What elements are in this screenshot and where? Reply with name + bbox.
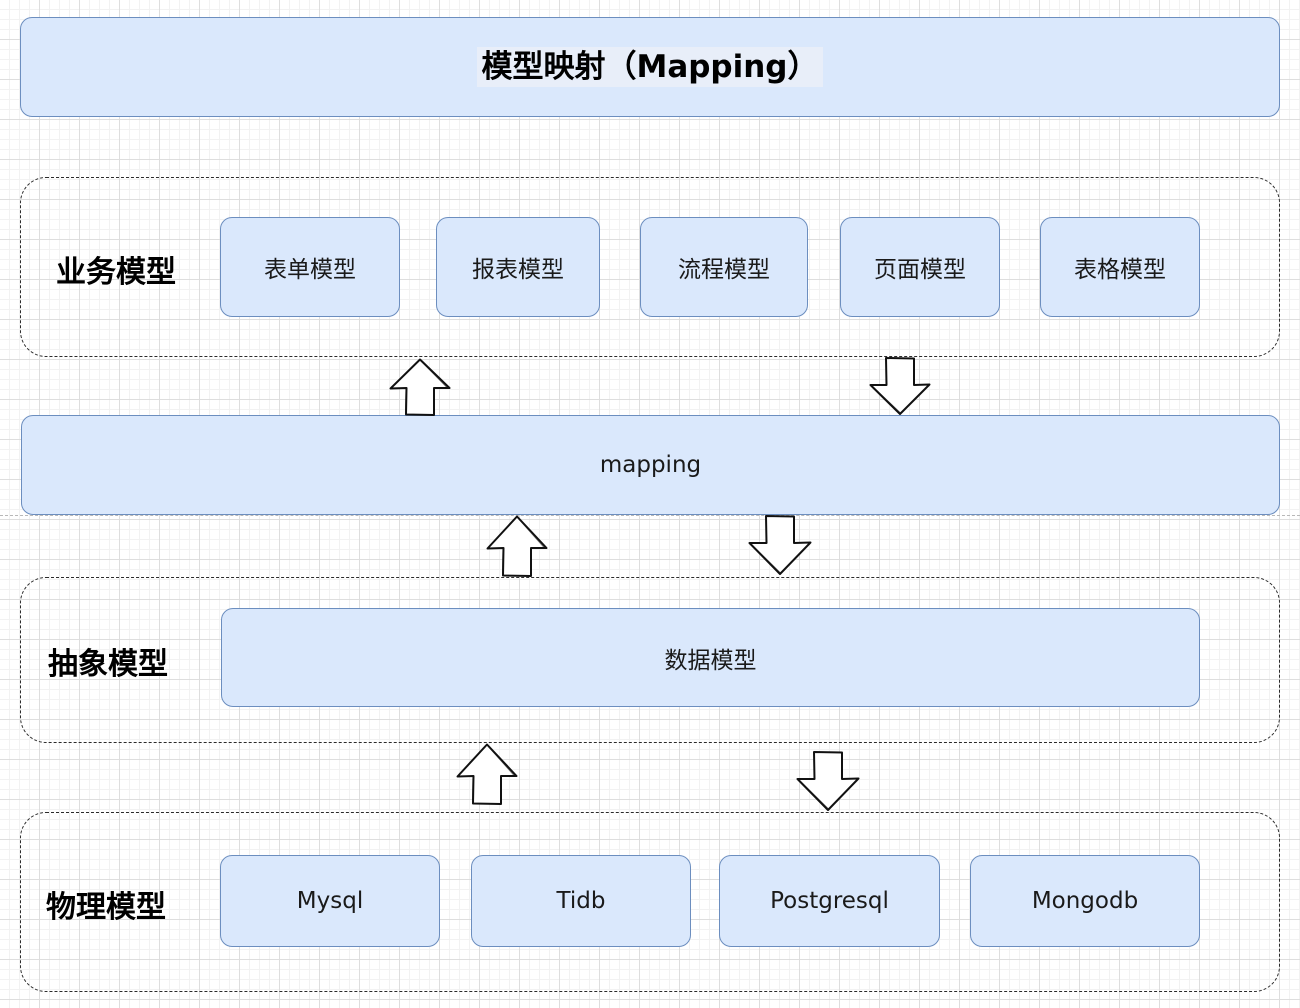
physical-model-label: 物理模型 — [46, 890, 166, 925]
page-model-box: 页面模型 — [840, 217, 1000, 317]
diagram-title: 模型映射（Mapping） — [477, 47, 823, 87]
tidb-box: Tidb — [471, 855, 691, 947]
mongodb-box: Mongodb — [970, 855, 1200, 947]
up-arrow-icon — [389, 358, 451, 416]
abstract-model-label: 抽象模型 — [48, 647, 168, 682]
down-arrow-icon — [748, 515, 812, 575]
page-divider — [0, 515, 1300, 516]
data-model-box: 数据模型 — [221, 608, 1200, 707]
report-model-box: 报表模型 — [436, 217, 600, 317]
form-model-box: 表单模型 — [220, 217, 400, 317]
title-box: 模型映射（Mapping） — [20, 17, 1280, 117]
business-model-label: 业务模型 — [56, 255, 176, 290]
mapping-box: mapping — [21, 415, 1280, 515]
table-model-box: 表格模型 — [1040, 217, 1200, 317]
up-arrow-icon — [456, 743, 518, 805]
mysql-box: Mysql — [220, 855, 440, 947]
postgresql-box: Postgresql — [719, 855, 940, 947]
down-arrow-icon — [796, 751, 860, 811]
down-arrow-icon — [869, 357, 931, 415]
up-arrow-icon — [486, 515, 548, 577]
process-model-box: 流程模型 — [640, 217, 808, 317]
